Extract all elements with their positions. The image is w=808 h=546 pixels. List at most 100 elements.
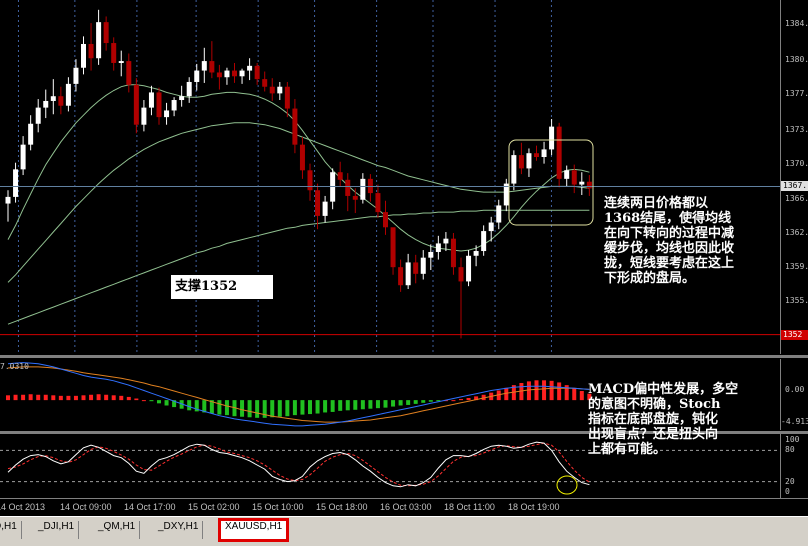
- macd-histogram-bar: [51, 395, 56, 401]
- candle-body: [390, 227, 396, 268]
- macd-histogram-bar: [157, 400, 161, 404]
- macd-top-label: 7.0310: [0, 362, 29, 371]
- pane-separator[interactable]: [0, 355, 808, 358]
- macd-histogram-bar: [398, 400, 403, 406]
- macd-histogram-bar: [126, 396, 131, 401]
- macd-histogram-bar: [187, 400, 192, 411]
- candle-body: [541, 149, 547, 158]
- macd-histogram-bar: [43, 394, 48, 401]
- candle-body: [262, 79, 268, 87]
- candle-body: [179, 96, 185, 101]
- candle-body: [586, 181, 592, 189]
- candle-body: [247, 65, 253, 71]
- macd-histogram-bar: [368, 400, 373, 409]
- chart-tab[interactable]: _DXY,H1: [154, 521, 204, 539]
- macd-histogram-bar: [96, 394, 101, 401]
- price-tick-label: 1377.3: [785, 89, 808, 99]
- candle-body: [73, 67, 79, 84]
- price-tick-label: 1366.3: [785, 193, 808, 203]
- candle-body: [466, 255, 472, 282]
- price-axis: 1384.7 1380.9 1377.3 1373.5 1370.0 1366.3 1362…: [780, 0, 808, 354]
- candle-body: [488, 222, 494, 232]
- candle-body: [58, 96, 64, 106]
- candle-body: [43, 100, 49, 108]
- candlestick-chart[interactable]: [0, 0, 780, 354]
- candle-body: [579, 181, 585, 185]
- macd-histogram-bar: [421, 400, 426, 403]
- candle-body: [360, 178, 366, 200]
- candle-body: [549, 126, 555, 150]
- chart-tab[interactable]: XAUUSD,H1: [218, 518, 290, 542]
- candle-body: [337, 172, 343, 180]
- price-tick-label: 1362.7: [785, 227, 808, 237]
- candle-body: [496, 205, 502, 223]
- candle-body: [13, 169, 19, 197]
- candle-body: [186, 81, 192, 97]
- macd-histogram-bar: [36, 394, 41, 401]
- candle-body: [171, 100, 177, 111]
- macd-histogram-bar: [81, 395, 86, 401]
- chart-tab[interactable]: _QM,H1: [94, 521, 141, 539]
- candle-body: [20, 144, 26, 170]
- macd-histogram-bar: [28, 394, 33, 401]
- candle-body: [103, 22, 109, 44]
- time-tick-label: 14 Oct 09:00: [60, 502, 112, 512]
- candle-body: [141, 107, 147, 125]
- macd-histogram-bar: [58, 395, 63, 401]
- macd-histogram-bar: [383, 400, 388, 408]
- candle-body: [5, 196, 11, 204]
- stochastic-tick-label: 0: [785, 487, 790, 496]
- macd-histogram-bar: [338, 400, 343, 411]
- macd-histogram-bar: [13, 394, 18, 401]
- stochastic-tick-label: 100: [785, 435, 800, 444]
- candle-body: [111, 43, 117, 63]
- time-tick-label: 14 Oct 17:00: [124, 502, 176, 512]
- macd-histogram-bar: [542, 380, 547, 401]
- candle-body: [564, 170, 570, 179]
- moving-average-3: [7, 209, 590, 325]
- macd-histogram-bar: [277, 400, 282, 417]
- chart-tab[interactable]: D,H1: [0, 521, 22, 539]
- macd-histogram-bar: [353, 400, 358, 410]
- candle-body: [352, 195, 358, 200]
- candle-body: [526, 153, 532, 169]
- macd-histogram-bar: [89, 394, 94, 401]
- candle-body: [383, 212, 388, 228]
- macd-histogram-bar: [164, 400, 169, 406]
- candle-body: [284, 86, 290, 109]
- candle-body: [209, 61, 215, 73]
- chart-tab[interactable]: _DJI,H1: [34, 521, 80, 539]
- candle-body: [239, 70, 245, 77]
- macd-histogram-bar: [391, 400, 396, 407]
- time-tick-label: 18 Oct 19:00: [508, 502, 560, 512]
- macd-histogram-bar: [406, 400, 411, 405]
- candle-body: [65, 83, 71, 106]
- candle-body: [315, 190, 321, 216]
- candle-body: [435, 243, 441, 252]
- macd-histogram-bar: [579, 391, 584, 401]
- macd-histogram-bar: [557, 382, 562, 401]
- macd-histogram-bar: [323, 400, 328, 413]
- macd-zero-label: 0.00: [785, 385, 805, 394]
- macd-histogram-bar: [240, 400, 245, 417]
- macd-histogram-bar: [300, 400, 305, 415]
- macd-histogram-bar: [549, 380, 554, 401]
- candle-body: [164, 110, 170, 118]
- chart-tabs-bar: D,H1 _DJI,H1 _QM,H1 _DXY,H1 XAUUSD,H1: [0, 516, 808, 546]
- macd-histogram-bar: [360, 400, 365, 410]
- macd-bottom-label: -4.913: [781, 417, 808, 426]
- macd-histogram-bar: [572, 388, 577, 401]
- macd-histogram-bar: [534, 380, 539, 401]
- candle-body: [292, 108, 298, 145]
- price-chart-pane[interactable]: [0, 0, 780, 354]
- price-tick-label: 1370.0: [785, 158, 808, 168]
- macd-signal-line: [7, 366, 590, 423]
- macd-histogram-bar: [292, 400, 297, 416]
- candle-body: [216, 72, 222, 78]
- stochastic-tick-label: 80: [785, 445, 795, 455]
- candle-body: [50, 96, 56, 101]
- candle-body: [481, 231, 487, 252]
- macd-histogram-bar: [330, 400, 335, 412]
- macd-histogram-bar: [428, 400, 433, 402]
- candle-body: [156, 92, 162, 118]
